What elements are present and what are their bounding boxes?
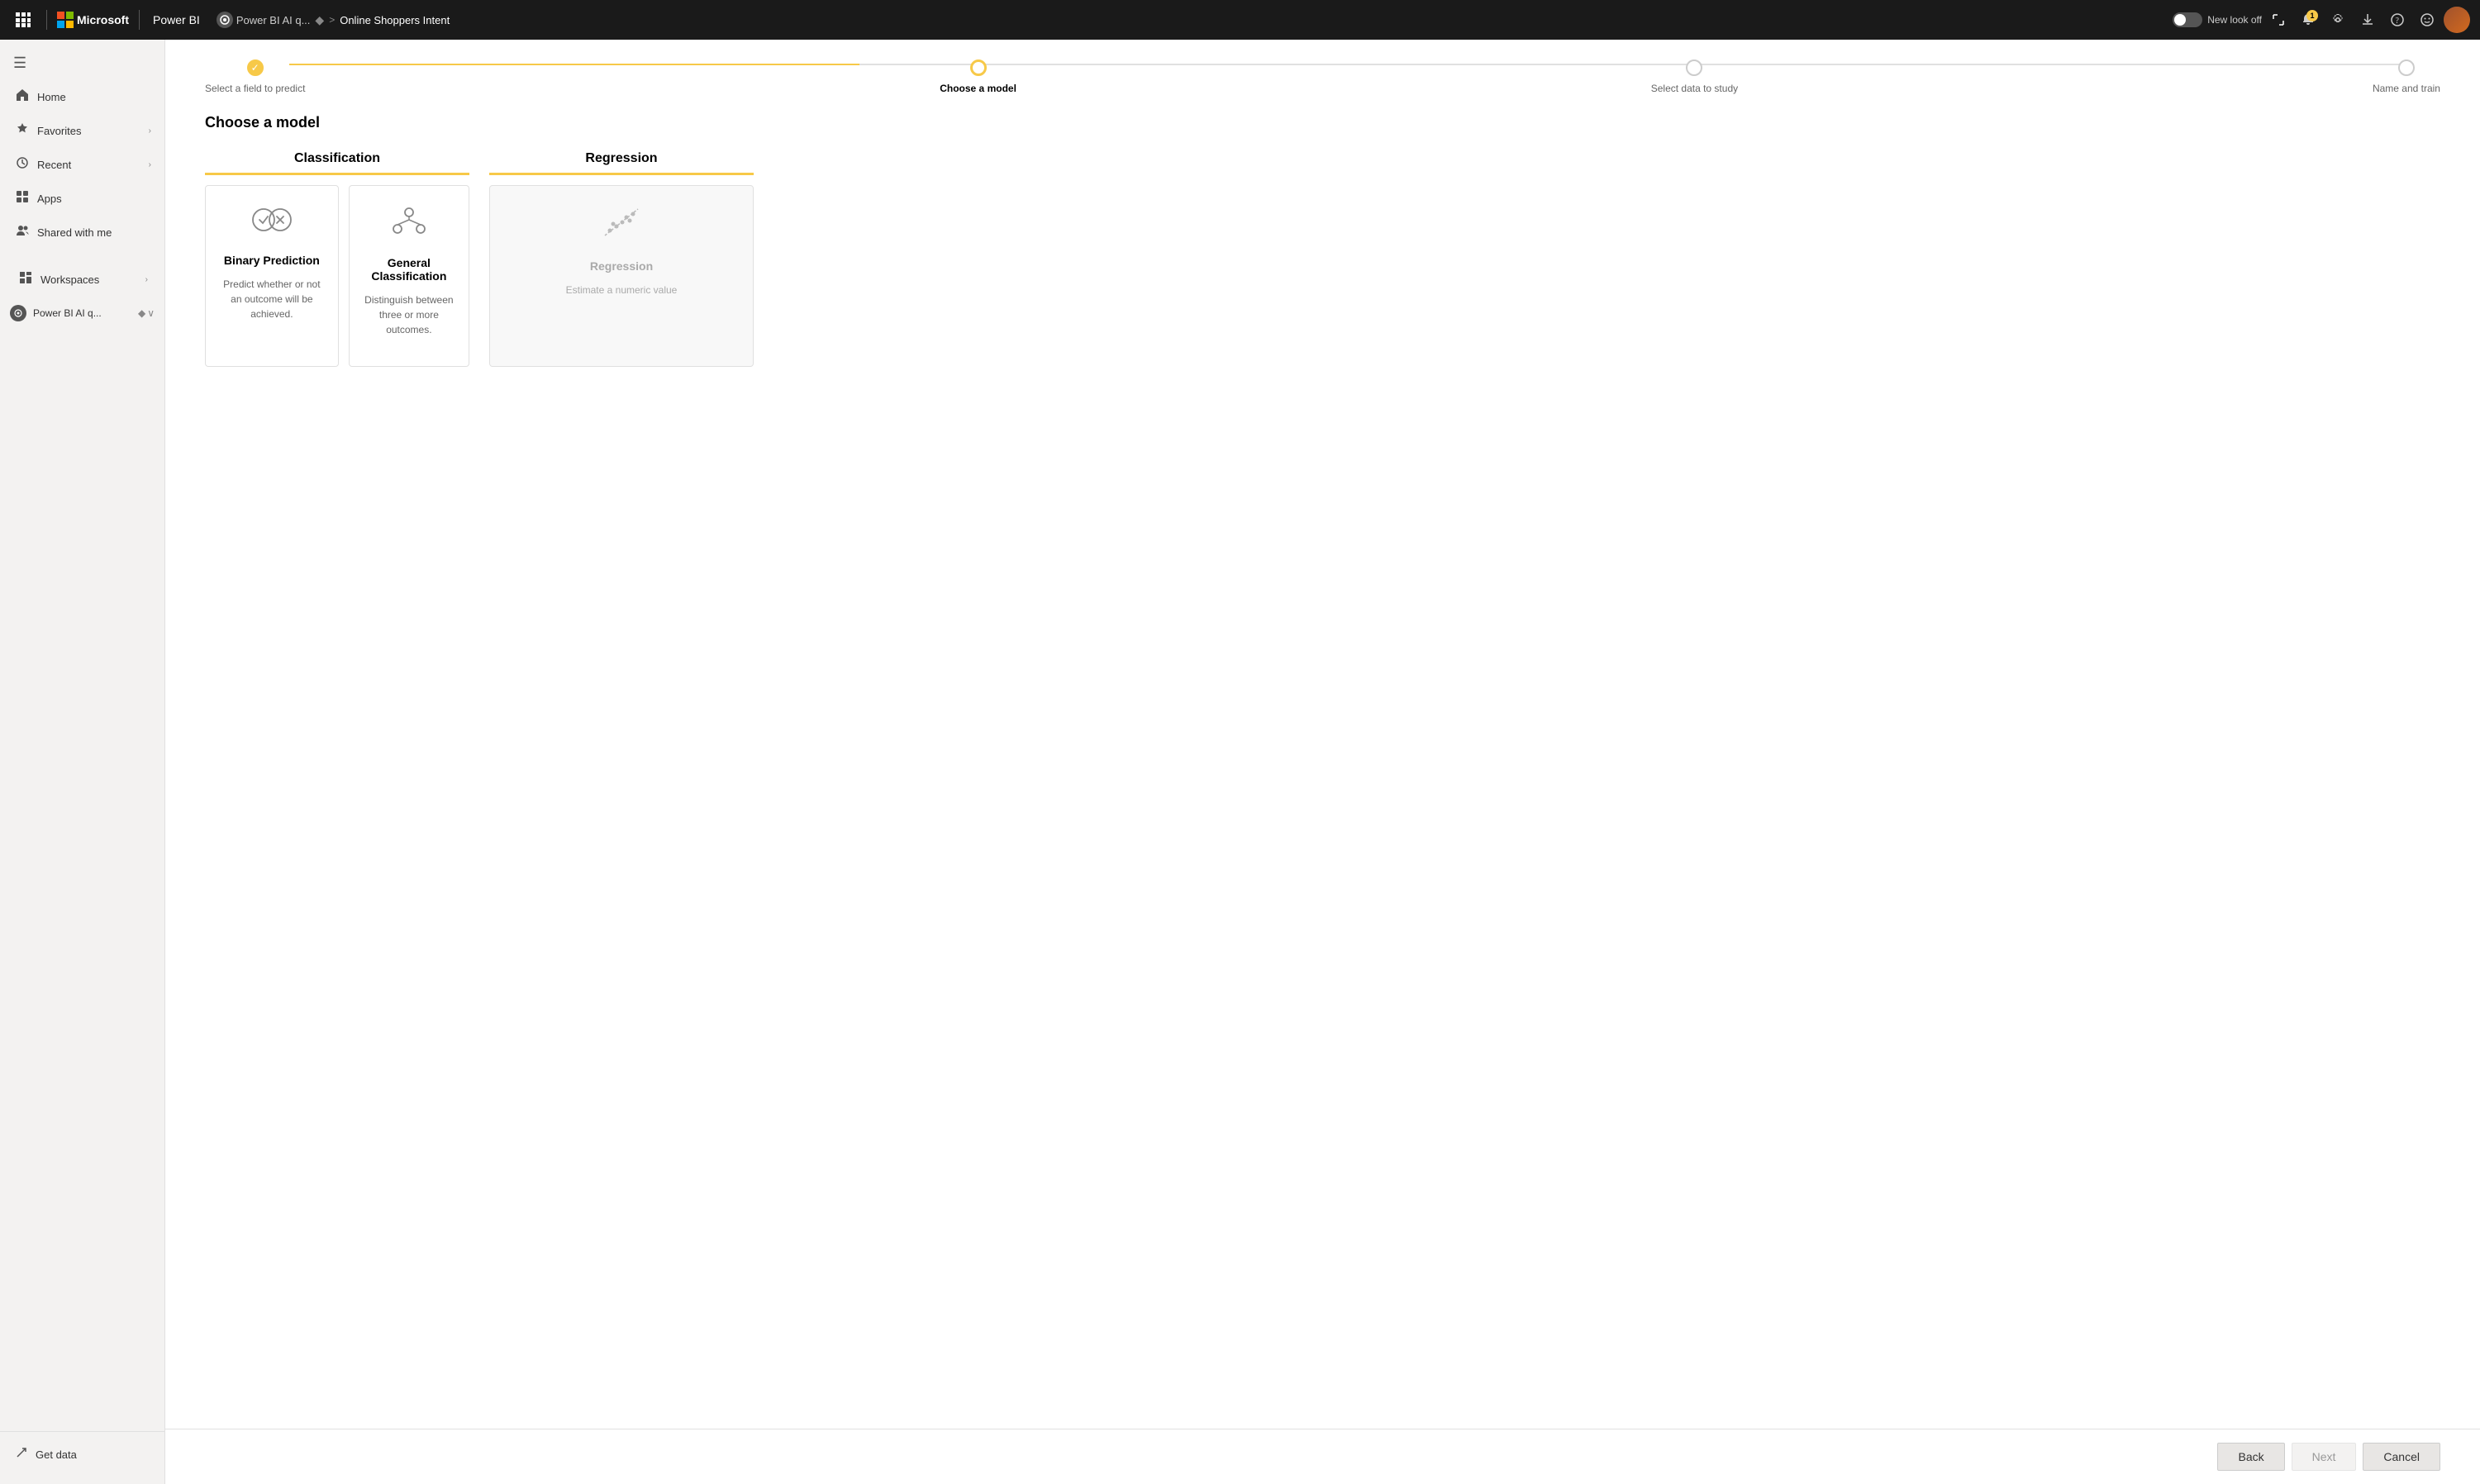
- workspace-chevron-button[interactable]: ∨: [147, 307, 155, 319]
- page-content: Choose a model Classification: [165, 94, 2480, 1429]
- sidebar-bottom: Get data: [0, 1431, 164, 1477]
- workspace-icon: [217, 12, 233, 28]
- breadcrumb-diamond-icon: ◆: [315, 13, 324, 27]
- sidebar-collapse-button[interactable]: ☰: [0, 46, 164, 80]
- waffle-menu-button[interactable]: [10, 7, 36, 33]
- sidebar-item-workspaces[interactable]: Workspaces ›: [3, 263, 161, 297]
- breadcrumb-chevron-icon: >: [329, 14, 335, 26]
- top-nav-right: New look off 1 ?: [2173, 7, 2470, 33]
- footer-bar: Back Next Cancel: [165, 1429, 2480, 1484]
- nav-divider-1: [46, 10, 47, 30]
- microsoft-branding: Microsoft: [57, 12, 129, 28]
- general-classification-title: General Classification: [363, 256, 455, 283]
- recent-icon: [16, 156, 29, 174]
- download-button[interactable]: [2354, 7, 2381, 33]
- binary-prediction-desc: Predict whether or not an outcome will b…: [219, 277, 325, 321]
- general-classification-desc: Distinguish between three or more outcom…: [363, 293, 455, 337]
- main-layout: ☰ Home Favorites ›: [0, 40, 2480, 1484]
- wizard-step-circle-1: ✓: [247, 59, 264, 76]
- sidebar-item-apps[interactable]: Apps: [0, 182, 164, 216]
- sidebar-item-shared[interactable]: Shared with me: [0, 216, 164, 250]
- expand-button[interactable]: [2265, 7, 2292, 33]
- breadcrumb: Power BI AI q... ◆ > Online Shoppers Int…: [217, 12, 450, 28]
- wizard-step-circle-3: [1686, 59, 1702, 76]
- category-regression-header: Regression: [489, 151, 754, 175]
- model-card-binary-prediction[interactable]: Binary Prediction Predict whether or not…: [205, 185, 339, 367]
- model-categories: Classification: [205, 151, 2440, 367]
- category-regression: Regression: [489, 151, 754, 367]
- powerbi-label: Power BI: [153, 13, 200, 26]
- wizard-step-choose-model[interactable]: Choose a model: [940, 59, 1016, 94]
- settings-button[interactable]: [2325, 7, 2351, 33]
- microsoft-logo: [57, 12, 74, 28]
- wizard-step-select-data[interactable]: Select data to study: [1651, 59, 1738, 94]
- wizard-step-label-2: Choose a model: [940, 83, 1016, 94]
- model-card-general-classification[interactable]: General Classification Distinguish betwe…: [349, 185, 469, 367]
- favorites-icon: [16, 122, 29, 140]
- cancel-button[interactable]: Cancel: [2363, 1443, 2440, 1471]
- new-look-toggle[interactable]: New look off: [2173, 12, 2262, 27]
- workspace-diamond-button[interactable]: ◆: [138, 307, 145, 319]
- user-avatar[interactable]: [2444, 7, 2470, 33]
- workspace-item-actions: ◆ ∨: [138, 307, 155, 319]
- regression-desc: Estimate a numeric value: [566, 283, 678, 297]
- get-data-icon: [16, 1447, 27, 1463]
- classification-cards: Binary Prediction Predict whether or not…: [205, 185, 469, 367]
- workspaces-chevron-icon: ›: [145, 275, 148, 284]
- category-classification: Classification: [205, 151, 469, 367]
- wizard-step-circle-2: [970, 59, 987, 76]
- wizard-steps: ✓ Select a field to predict Choose a mod…: [165, 40, 2480, 94]
- top-nav: Microsoft Power BI Power BI AI q... ◆ > …: [0, 0, 2480, 40]
- back-button[interactable]: Back: [2217, 1443, 2284, 1471]
- next-button[interactable]: Next: [2292, 1443, 2357, 1471]
- binary-prediction-title: Binary Prediction: [224, 254, 320, 267]
- wizard-step-label-3: Select data to study: [1651, 83, 1738, 94]
- sidebar: ☰ Home Favorites ›: [0, 40, 165, 1484]
- category-classification-header: Classification: [205, 151, 469, 175]
- binary-prediction-icon: [252, 206, 292, 240]
- recent-chevron-icon: ›: [149, 160, 151, 169]
- notification-badge: 1: [2306, 10, 2318, 21]
- notification-button[interactable]: 1: [2295, 7, 2321, 33]
- model-card-regression: Regression Estimate a numeric value: [489, 185, 754, 367]
- workspace-item[interactable]: Power BI AI q... ◆ ∨: [0, 297, 164, 330]
- emoji-button[interactable]: [2414, 7, 2440, 33]
- regression-icon: [602, 206, 641, 246]
- avatar-image: [2444, 7, 2470, 33]
- favorites-chevron-icon: ›: [149, 126, 151, 136]
- content-area: ✓ Select a field to predict Choose a mod…: [165, 40, 2480, 1484]
- workspaces-icon: [19, 271, 32, 288]
- wizard-step-label-1: Select a field to predict: [205, 83, 305, 94]
- help-button[interactable]: ?: [2384, 7, 2411, 33]
- sidebar-item-home[interactable]: Home: [0, 80, 164, 114]
- toggle-switch[interactable]: [2173, 12, 2202, 27]
- page-title: Choose a model: [205, 114, 2440, 131]
- shared-icon: [16, 224, 29, 241]
- sidebar-item-get-data[interactable]: Get data: [0, 1439, 164, 1471]
- sidebar-item-favorites[interactable]: Favorites ›: [0, 114, 164, 148]
- sidebar-item-recent[interactable]: Recent ›: [0, 148, 164, 182]
- wizard-step-select-field[interactable]: ✓ Select a field to predict: [205, 59, 305, 94]
- apps-icon: [16, 190, 29, 207]
- breadcrumb-workspace[interactable]: Power BI AI q...: [217, 12, 311, 28]
- wizard-step-name-train[interactable]: Name and train: [2373, 59, 2440, 94]
- wizard-steps-inner: ✓ Select a field to predict Choose a mod…: [205, 59, 2440, 94]
- wizard-step-label-4: Name and train: [2373, 83, 2440, 94]
- regression-title: Regression: [590, 259, 653, 273]
- general-classification-icon: [391, 206, 427, 243]
- workspace-item-icon: [10, 305, 26, 321]
- svg-text:?: ?: [2396, 17, 2400, 26]
- nav-divider-2: [139, 10, 140, 30]
- wizard-step-circle-4: [2398, 59, 2415, 76]
- home-icon: [16, 88, 29, 106]
